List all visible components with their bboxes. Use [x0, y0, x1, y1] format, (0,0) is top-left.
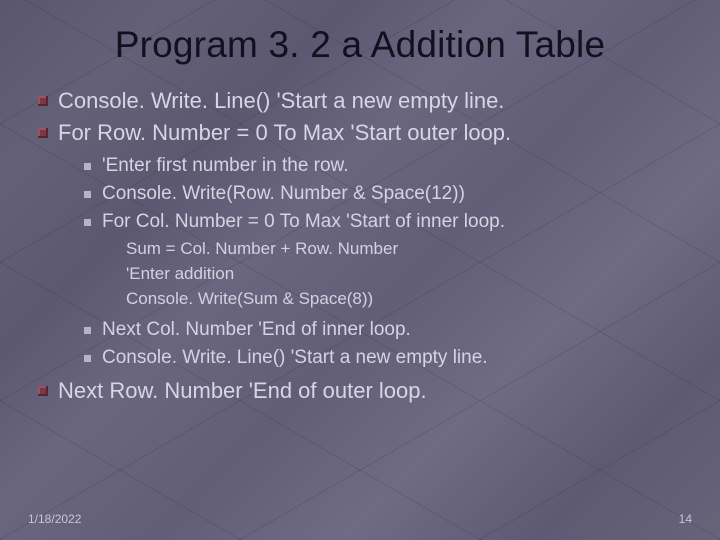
slide: Program 3. 2 a Addition Table Console. W…	[0, 0, 720, 540]
list-item: Console. Write(Row. Number & Space(12))	[82, 181, 684, 207]
list-item: Next Col. Number 'End of inner loop.	[82, 317, 684, 343]
list-item: Next Row. Number 'End of outer loop.	[36, 376, 684, 406]
list-item: 'Enter first number in the row.	[82, 153, 684, 179]
bullet-text: For Row. Number = 0 To Max 'Start outer …	[58, 120, 511, 145]
bullet-text: 'Enter first number in the row.	[102, 155, 349, 176]
bullet-text: Console. Write. Line() 'Start a new empt…	[102, 347, 488, 368]
list-item: Console. Write(Sum & Space(8))	[126, 288, 684, 311]
slide-footer: 1/18/2022 14	[28, 512, 692, 526]
list-item: For Row. Number = 0 To Max 'Start outer …	[36, 118, 684, 371]
bullet-list-level3: Sum = Col. Number + Row. Number 'Enter a…	[126, 238, 684, 311]
footer-date: 1/18/2022	[28, 512, 81, 526]
list-item: For Col. Number = 0 To Max 'Start of inn…	[82, 209, 684, 311]
bullet-text: For Col. Number = 0 To Max 'Start of inn…	[102, 211, 505, 232]
slide-title: Program 3. 2 a Addition Table	[36, 24, 684, 66]
bullet-text: Console. Write. Line() 'Start a new empt…	[58, 88, 504, 113]
bullet-list-level2: 'Enter first number in the row. Console.…	[82, 153, 684, 370]
bullet-list-level1: Console. Write. Line() 'Start a new empt…	[36, 86, 684, 406]
list-item: Sum = Col. Number + Row. Number	[126, 238, 684, 261]
footer-page-number: 14	[679, 512, 692, 526]
bullet-text: Console. Write(Sum & Space(8))	[126, 289, 373, 308]
bullet-text: Sum = Col. Number + Row. Number	[126, 239, 398, 258]
bullet-text: Console. Write(Row. Number & Space(12))	[102, 183, 465, 204]
bullet-text: 'Enter addition	[126, 264, 234, 283]
bullet-text: Next Row. Number 'End of outer loop.	[58, 378, 427, 403]
list-item: Console. Write. Line() 'Start a new empt…	[36, 86, 684, 116]
list-item: Console. Write. Line() 'Start a new empt…	[82, 345, 684, 371]
list-item: 'Enter addition	[126, 263, 684, 286]
bullet-text: Next Col. Number 'End of inner loop.	[102, 319, 411, 340]
